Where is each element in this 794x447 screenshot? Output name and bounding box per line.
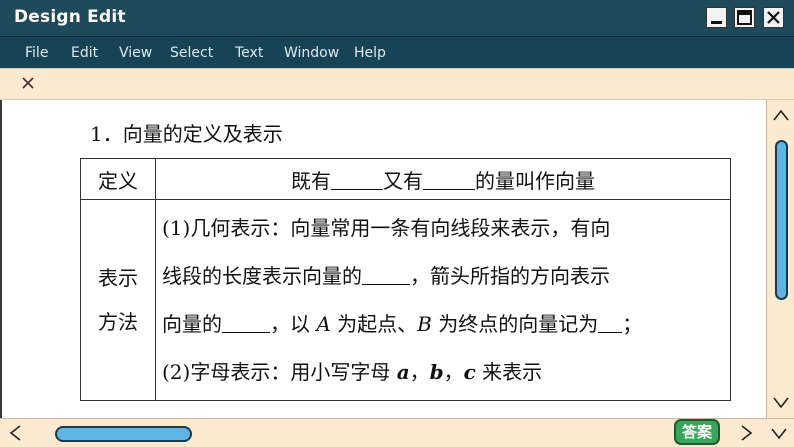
maximize-icon: [737, 10, 752, 25]
scroll-up-icon[interactable]: [772, 108, 790, 122]
menu-window[interactable]: Window: [284, 45, 339, 61]
letter-c: c: [463, 360, 476, 384]
text-line: (1)几何表示：向量常用一条有向线段来表示，有向: [162, 216, 611, 240]
close-button[interactable]: [763, 7, 784, 28]
answer-button[interactable]: 答案: [674, 419, 720, 445]
fill-blank: [362, 264, 410, 285]
text-run: 来表示: [475, 360, 543, 384]
definition-table: 定义 既有 又有 的量叫作向量 表示 方法 (1)几何表示：向量常用一条有向线段来表…: [80, 158, 731, 401]
scroll-left-icon[interactable]: [8, 424, 22, 442]
text-run: 为起点、: [330, 312, 418, 336]
window-title: Design Edit: [14, 7, 126, 27]
menu-help[interactable]: Help: [354, 45, 386, 61]
table-row: 定义 既有 又有 的量叫作向量: [80, 158, 731, 200]
fill-blank: [222, 312, 270, 333]
text-run: 向量的: [162, 312, 222, 336]
menu-text[interactable]: Text: [235, 45, 263, 61]
close-icon: [767, 11, 780, 24]
minimize-icon: [711, 21, 722, 24]
row-label-definition: 定义: [80, 158, 156, 200]
maximize-button[interactable]: [734, 7, 755, 28]
menu-view[interactable]: View: [119, 45, 152, 61]
variable-b: B: [417, 312, 432, 336]
representation-cell: (1)几何表示：向量常用一条有向线段来表示，有向 线段的长度表示向量的 ，箭头所指…: [155, 199, 731, 401]
menu-bar: File Edit View Select Text Window Help: [0, 37, 794, 68]
definition-text: 的量叫作向量: [475, 168, 595, 193]
definition-text: 既有: [291, 168, 331, 193]
text-line: 向量的 ，以 A 为起点、B 为终点的向量记为 ；: [162, 300, 724, 348]
menu-file[interactable]: File: [25, 45, 48, 61]
table-row: 表示 方法 (1)几何表示：向量常用一条有向线段来表示，有向 线段的长度表示向量…: [80, 199, 731, 401]
letter-b: b: [429, 360, 444, 384]
text-run: (2)字母表示：用小写字母: [162, 360, 397, 384]
text-line: (2)字母表示：用小写字母 a，b，c 来表示: [162, 348, 724, 396]
text-run: ，箭头所指的方向表示: [410, 264, 610, 288]
letter-a: a: [396, 360, 410, 384]
menu-select[interactable]: Select: [170, 45, 213, 61]
variable-a: A: [316, 312, 331, 336]
scroll-down-icon[interactable]: [770, 427, 788, 441]
text-run: ，以: [270, 312, 317, 336]
tab-strip: [0, 68, 794, 100]
text-run: ，: [443, 360, 464, 384]
definition-text: 又有: [383, 168, 423, 193]
definition-cell: 既有 又有 的量叫作向量: [155, 158, 731, 200]
fill-blank: [331, 169, 383, 190]
close-icon[interactable]: [20, 75, 36, 91]
fill-blank: [598, 312, 623, 333]
section-heading: 1．向量的定义及表示: [90, 122, 283, 146]
text-run: ，: [409, 360, 430, 384]
row-label-line: 表示: [98, 266, 138, 290]
menu-edit[interactable]: Edit: [71, 45, 98, 61]
row-label-representation: 表示 方法: [80, 199, 156, 401]
title-bar: Design Edit: [0, 0, 794, 37]
text-run: ；: [622, 312, 643, 336]
vertical-scroll-thumb[interactable]: [775, 140, 788, 300]
vertical-scrollbar[interactable]: [766, 100, 794, 418]
text-line: 线段的长度表示向量的 ，箭头所指的方向表示: [162, 252, 724, 300]
horizontal-scroll-thumb[interactable]: [55, 426, 192, 442]
text-run: 线段的长度表示向量的: [162, 264, 362, 288]
row-label-line: 方法: [98, 310, 138, 334]
scroll-right-icon[interactable]: [740, 424, 754, 442]
fill-blank: [423, 169, 475, 190]
scroll-down-icon[interactable]: [772, 396, 790, 410]
text-run: 为终点的向量记为: [431, 312, 599, 336]
minimize-button[interactable]: [706, 7, 727, 28]
document-area: 1．向量的定义及表示 定义 既有 又有 的量叫作向量 表示 方法 (1)几何表示：向…: [0, 100, 766, 418]
